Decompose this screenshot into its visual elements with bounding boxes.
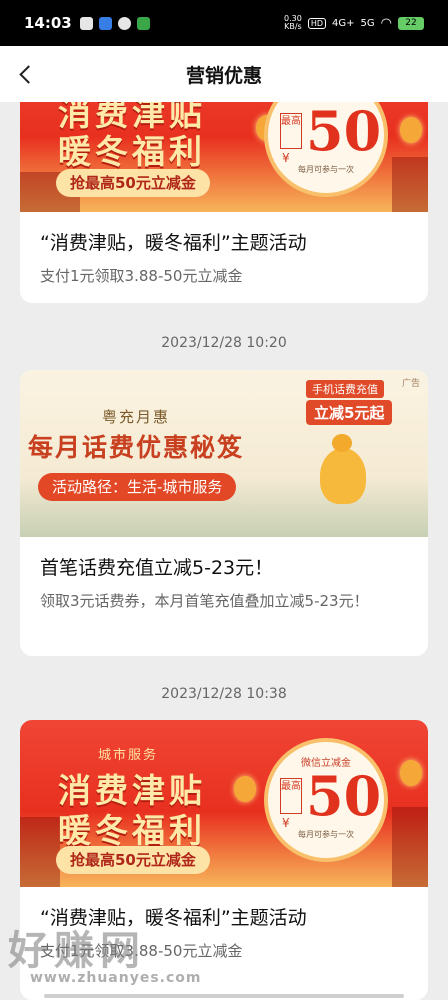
promo-banner[interactable]: 广告 粤充月惠 每月话费优惠秘笈 活动路径：生活-城市服务 手机话费充值 立减5…	[20, 370, 428, 537]
network-rate: 0.30 KB/s	[284, 15, 302, 31]
nav-bar: 营销优惠	[0, 46, 448, 102]
app-notification-icon	[136, 16, 150, 30]
lantern-icon	[234, 776, 256, 802]
page-title: 营销优惠	[185, 64, 262, 87]
banner-subtitle: 粤充月惠	[102, 408, 171, 426]
message-feed[interactable]: 消费津贴 暖冬福利 抢最高50元立减金 最高 ¥ 50 每月可参与一次 “消费津…	[0, 102, 448, 1000]
card-desc: 支付1元领取3.88-50元立减金	[40, 267, 243, 285]
coupon-badge: 最高 ¥ 50 每月可参与一次	[264, 102, 388, 197]
building-decoration	[20, 817, 60, 887]
card-title: “消费津贴，暖冬福利”主题活动	[40, 232, 307, 254]
card-title: 首笔话费充值立减5-23元！	[40, 557, 274, 579]
yen-symbol: ¥	[282, 816, 290, 830]
status-right: 0.30 KB/s HD 4G+ 5G ◠ 22	[284, 15, 424, 31]
promo-card[interactable]: 广告 粤充月惠 每月话费优惠秘笈 活动路径：生活-城市服务 手机话费充值 立减5…	[20, 370, 428, 656]
promo-card[interactable]: 消费津贴 暖冬福利 抢最高50元立减金 最高 ¥ 50 每月可参与一次 “消费津…	[20, 102, 428, 303]
lantern-icon	[400, 760, 422, 786]
battery-icon: 22	[398, 16, 424, 30]
banner-pill: 抢最高50元立减金	[56, 169, 210, 197]
hd-icon: HD	[307, 17, 327, 29]
app-notification-icon	[79, 16, 93, 30]
home-indicator[interactable]	[44, 994, 404, 998]
promo-card[interactable]: 城市服务 消费津贴 暖冬福利 抢最高50元立减金 微信立减金 最高 ¥ 50 每…	[20, 720, 428, 1000]
coupon-amount: 50	[306, 102, 382, 163]
ad-label: 广告	[401, 379, 420, 389]
building-decoration	[392, 157, 428, 212]
max-label: 最高	[280, 778, 302, 814]
max-label: 最高	[280, 113, 302, 149]
coupon-amount: 50	[306, 764, 382, 828]
yen-symbol: ¥	[282, 151, 290, 165]
back-arrow-icon[interactable]	[12, 60, 40, 88]
wifi-icon: ◠	[380, 15, 392, 31]
banner-headline: 每月话费优惠秘笈	[28, 433, 245, 462]
promo-banner[interactable]: 城市服务 消费津贴 暖冬福利 抢最高50元立减金 微信立减金 最高 ¥ 50 每…	[20, 720, 428, 887]
net-rate-unit: KB/s	[284, 22, 302, 31]
mascot-icon	[320, 434, 366, 504]
promo-banner[interactable]: 消费津贴 暖冬福利 抢最高50元立减金 最高 ¥ 50 每月可参与一次	[20, 102, 428, 212]
banner-headline: 暖冬福利	[58, 132, 206, 171]
card-desc: 领取3元话费券，本月首笔充值叠加立减5-23元！	[40, 592, 369, 610]
banner-headline: 暖冬福利	[58, 811, 206, 850]
promo-tag: 立减5元起	[306, 400, 393, 425]
signal-5g-icon: 5G	[360, 17, 375, 29]
coupon-badge: 微信立减金 最高 ¥ 50 每月可参与一次	[264, 738, 388, 862]
notification-icons	[79, 16, 150, 30]
message-timestamp: 2023/12/28 10:20	[161, 335, 287, 351]
card-title: “消费津贴，暖冬福利”主题活动	[40, 907, 307, 929]
promo-tag: 手机话费充值	[306, 380, 384, 398]
status-time: 14:03	[24, 14, 72, 32]
banner-pill: 抢最高50元立减金	[56, 846, 210, 874]
coupon-note: 每月可参与一次	[298, 830, 354, 839]
banner-city-tag: 城市服务	[98, 748, 159, 763]
chat-notification-icon	[117, 16, 131, 30]
message-timestamp: 2023/12/28 10:38	[161, 686, 287, 702]
app-notification-icon	[98, 16, 112, 30]
signal-4g-icon: 4G+	[332, 17, 355, 29]
card-desc: 支付1元领取3.88-50元立减金	[40, 942, 243, 960]
banner-pill: 活动路径：生活-城市服务	[38, 473, 237, 501]
lantern-icon	[400, 117, 422, 143]
coupon-note: 每月可参与一次	[298, 165, 354, 174]
status-bar: 14:03 0.30 KB/s HD 4G+ 5G ◠ 22	[0, 0, 448, 46]
building-decoration	[392, 807, 428, 887]
